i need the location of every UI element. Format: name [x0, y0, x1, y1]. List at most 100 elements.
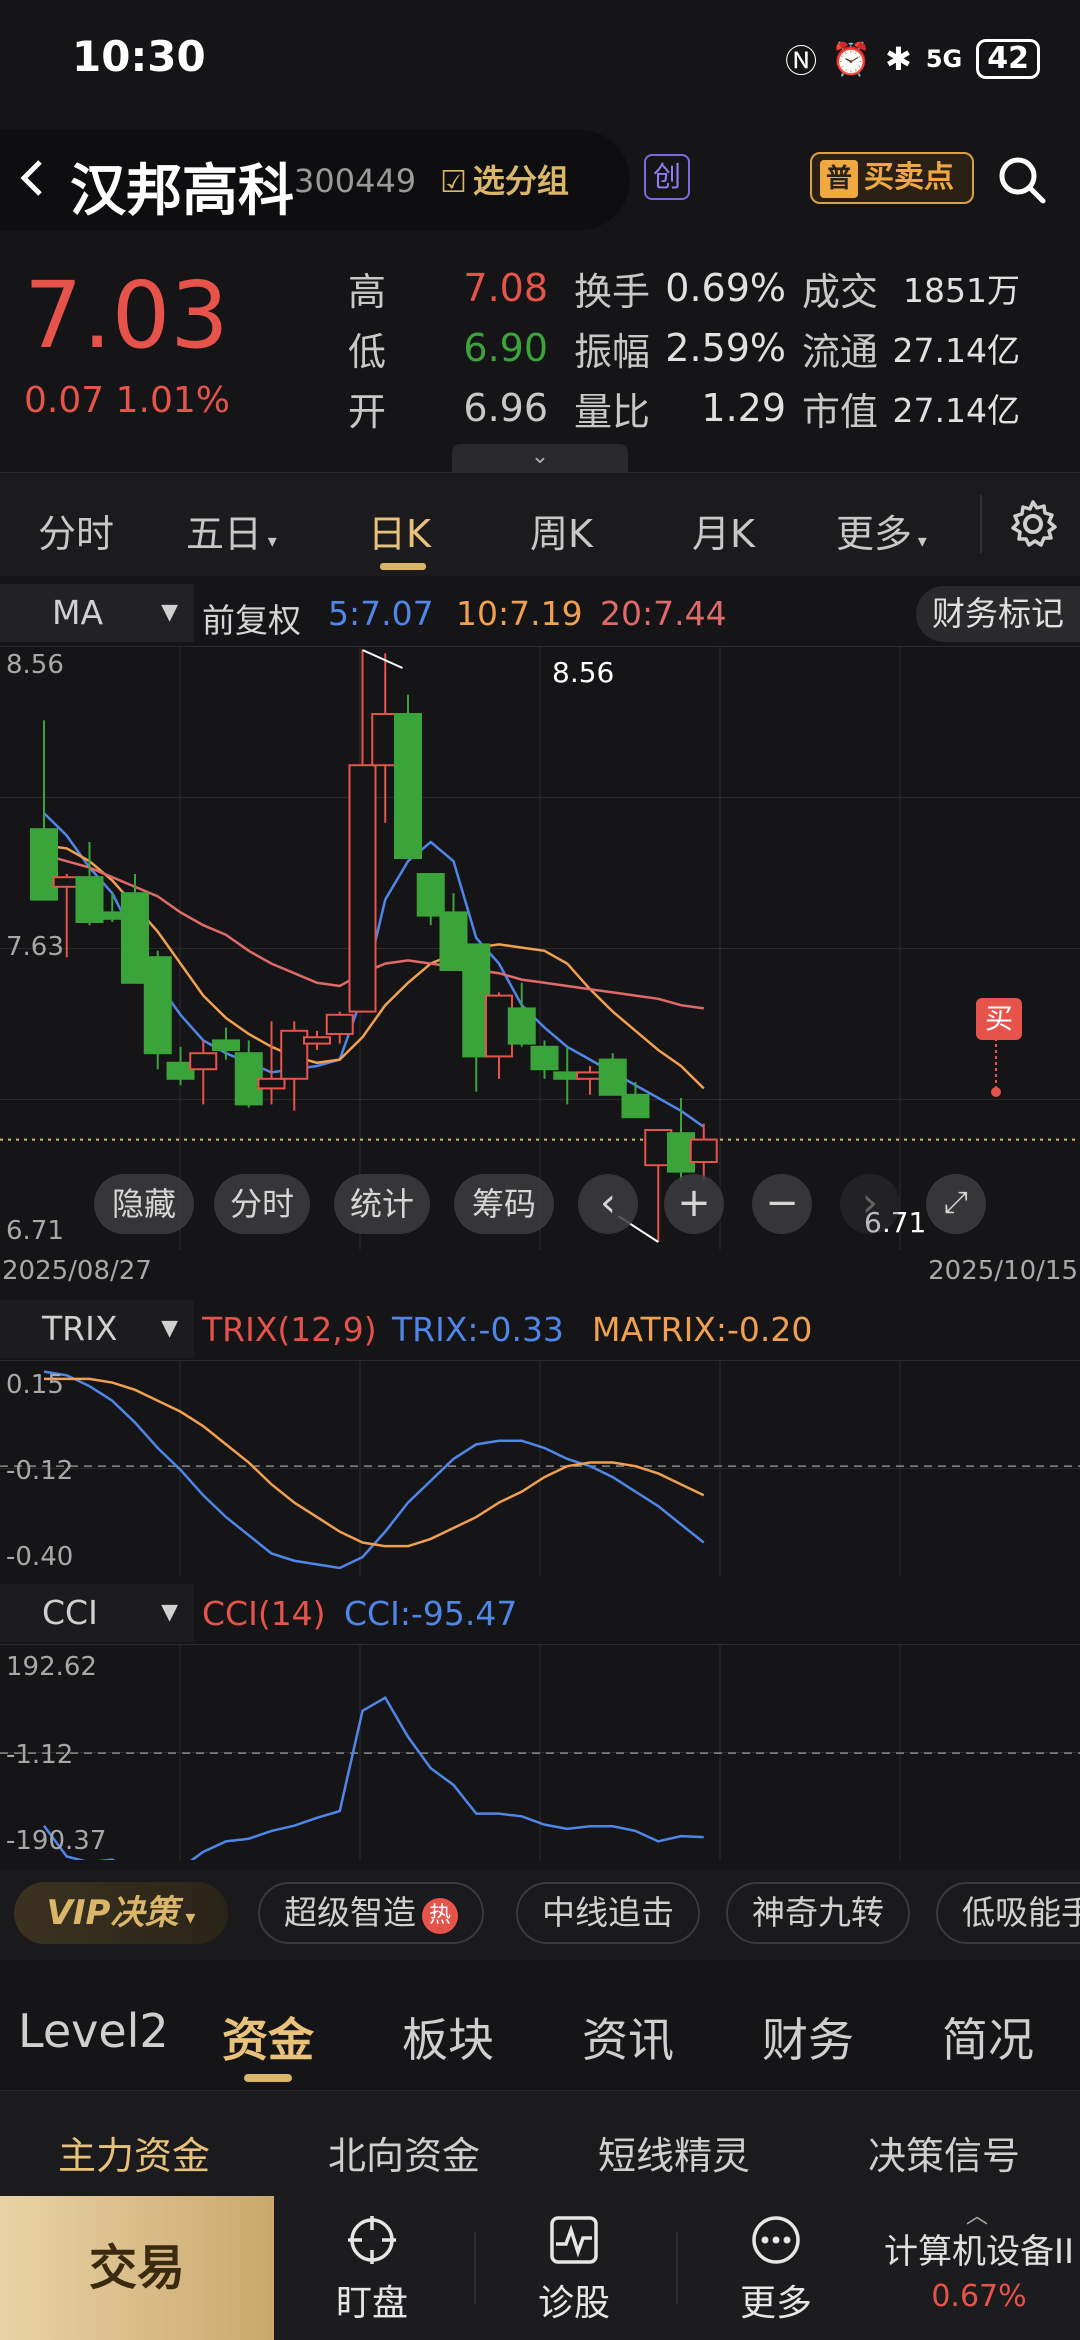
tab-five-day[interactable]: 五日 ▾ — [186, 503, 277, 558]
active-tab-indicator — [244, 2074, 292, 2082]
candle-body — [212, 1039, 240, 1051]
crosshair-icon — [348, 2216, 396, 2264]
subtab-northbound-funds[interactable]: 北向资金 — [328, 2125, 480, 2180]
current-price: 7.03 — [24, 262, 229, 369]
intraday-button[interactable]: 分时 — [214, 1174, 310, 1234]
ma10-value: 10:7.19 — [456, 594, 583, 633]
y-tick-label: 8.56 — [6, 650, 64, 680]
checkbox-icon: ☑ — [440, 165, 467, 200]
bottom-nav: 交易 盯盘 诊股 更多 ︿ 计算机设备II 0.67% — [0, 2196, 1080, 2340]
high-value: 7.08 — [463, 266, 548, 310]
dropdown-arrow-icon: ▼ — [161, 1600, 178, 1625]
expand-quote-handle[interactable]: ⌄ — [452, 444, 628, 472]
strategy-chip[interactable]: 神奇九转 — [726, 1882, 910, 1944]
price-change: 0.07 1.01% — [24, 380, 230, 421]
more-dots-icon — [752, 2216, 800, 2264]
add-to-group-button[interactable]: ☑ 选分组 — [440, 156, 569, 202]
fullscreen-icon[interactable]: ⤢ — [926, 1174, 986, 1234]
k-line-chart[interactable] — [0, 646, 1080, 1250]
quote-row: 低 6.90 振幅 2.59% 流通 27.14亿 — [348, 326, 1020, 374]
candle-body — [189, 1052, 218, 1071]
indicator-line — [44, 1377, 705, 1548]
trix-chart[interactable] — [0, 1360, 1080, 1576]
stock-code: 300449 — [294, 162, 417, 200]
tab-intraday[interactable]: 分时 — [38, 503, 114, 558]
zoom-in-icon[interactable]: + — [664, 1174, 724, 1234]
ma-legend: MA ▼ 前复权 5:7.07 10:7.19 20:7.44 财务标记 — [0, 584, 1080, 644]
tab-level2[interactable]: Level2 — [18, 2004, 169, 2058]
tab-weekly-k[interactable]: 周K — [530, 503, 593, 558]
quote-grid: 高 7.08 换手 0.69% 成交 1851万 低 6.90 振幅 2.59%… — [348, 258, 1068, 438]
tab-funds[interactable]: 资金 — [222, 2004, 314, 2070]
sector-change: 0.67% — [931, 2279, 1027, 2314]
candle-body — [257, 1077, 286, 1090]
hot-badge: 热 — [422, 1898, 458, 1934]
dropdown-arrow-icon: ▼ — [161, 600, 178, 625]
tab-sectors[interactable]: 板块 — [402, 2004, 494, 2070]
chinext-badge: 创 — [644, 154, 690, 200]
strategy-chip[interactable]: 低吸能手 — [936, 1882, 1080, 1944]
sector-name: 计算机设备II — [883, 2232, 1075, 2272]
cci-chart[interactable] — [0, 1644, 1080, 1860]
finance-mark-button[interactable]: 财务标记 — [916, 586, 1080, 642]
y-tick-label: 7.63 — [6, 932, 64, 962]
candle-body — [530, 1045, 559, 1071]
bluetooth-icon: ✱ — [885, 40, 912, 78]
quote-row: 高 7.08 换手 0.69% 成交 1851万 — [348, 266, 1020, 314]
high-leader-line — [362, 649, 403, 669]
back-icon[interactable] — [14, 154, 50, 214]
chips-button[interactable]: 筹码 — [454, 1174, 554, 1234]
ma5-value: 5:7.07 — [328, 594, 434, 633]
quote-row: 开 6.96 量比 1.29 市值 27.14亿 — [348, 386, 1020, 434]
subtab-main-funds[interactable]: 主力资金 — [58, 2125, 210, 2180]
strategy-chip[interactable]: 超级智造热 — [258, 1882, 484, 1944]
candle-body — [303, 1036, 331, 1045]
nav-more[interactable]: 更多 — [716, 2214, 836, 2326]
adjust-mode[interactable]: 前复权 — [202, 594, 301, 642]
main-indicator-selector[interactable]: MA ▼ — [0, 584, 194, 642]
nav-watch[interactable]: 盯盘 — [312, 2214, 432, 2326]
indicator-line — [42, 1696, 704, 1860]
buy-sell-point-button[interactable]: 普 买卖点 — [810, 152, 974, 204]
active-tab-indicator — [380, 563, 426, 570]
dropdown-arrow-icon: ▼ — [161, 1316, 178, 1341]
search-icon[interactable] — [996, 154, 1048, 206]
cci-legend: CCI ▼ CCI(14) CCI:-95.47 — [0, 1584, 1080, 1644]
alarm-icon: ⏰ — [831, 40, 872, 78]
tab-news[interactable]: 资讯 — [582, 2004, 674, 2070]
strategy-chip[interactable]: 中线追击 — [516, 1882, 700, 1944]
subtab-short-term[interactable]: 短线精灵 — [598, 2125, 750, 2180]
candle-body — [689, 1138, 718, 1164]
sector-indicator[interactable]: ︿ 计算机设备II 0.67% — [878, 2204, 1080, 2314]
subtab-decision-signal[interactable]: 决策信号 — [868, 2125, 1020, 2180]
gear-icon[interactable] — [1006, 497, 1060, 551]
end-date-label: 2025/10/15 — [928, 1256, 1078, 1286]
zoom-out-icon[interactable]: − — [752, 1174, 812, 1234]
y-tick-label: -190.37 — [6, 1826, 107, 1856]
low-value: 6.90 — [463, 326, 548, 370]
stats-button[interactable]: 统计 — [334, 1174, 430, 1234]
signal-dot — [991, 1087, 1001, 1097]
status-time: 10:30 — [72, 32, 206, 81]
stock-header: 汉邦高科 300449 ☑ 选分组 创 普 买卖点 — [0, 130, 1080, 230]
vip-decision-button[interactable]: VIP决策 ▾ — [14, 1882, 228, 1944]
buy-signal-marker[interactable]: 买 — [976, 998, 1022, 1040]
open-value: 6.96 — [463, 386, 548, 430]
trix-selector[interactable]: TRIX ▼ — [0, 1300, 194, 1358]
chevron-up-icon: ︿ — [966, 2204, 989, 2229]
cci-selector[interactable]: CCI ▼ — [0, 1584, 194, 1642]
trix-legend: TRIX ▼ TRIX(12,9) TRIX:-0.33 MATRIX:-0.20 — [0, 1300, 1080, 1360]
nfc-icon: Ⓝ — [785, 42, 818, 80]
tab-monthly-k[interactable]: 月K — [692, 503, 755, 558]
trade-button[interactable]: 交易 — [0, 2196, 274, 2340]
scroll-right-icon[interactable]: › — [840, 1174, 900, 1234]
scroll-left-icon[interactable]: ‹ — [578, 1174, 638, 1234]
tab-financials[interactable]: 财务 — [762, 2004, 854, 2070]
hide-button[interactable]: 隐藏 — [94, 1174, 194, 1234]
nav-diagnose[interactable]: 诊股 — [514, 2214, 634, 2326]
stock-name: 汉邦高科 — [70, 159, 294, 224]
tab-daily-k[interactable]: 日K — [368, 503, 431, 558]
tab-more[interactable]: 更多 ▾ — [836, 503, 927, 558]
tab-profile[interactable]: 简况 — [942, 2004, 1034, 2070]
y-tick-label: -0.12 — [6, 1456, 74, 1486]
